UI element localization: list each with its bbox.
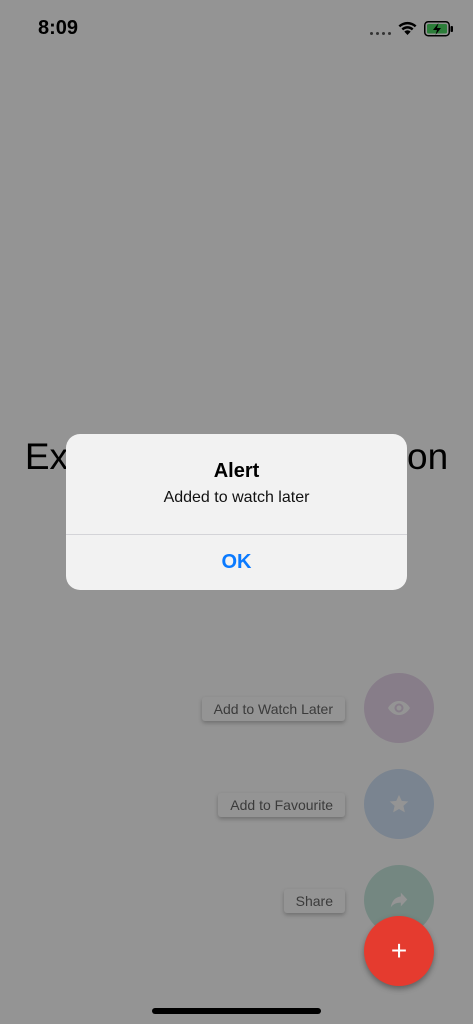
alert-message: Added to watch later [163,489,310,506]
home-indicator[interactable] [152,1008,321,1014]
alert-title: Alert [213,460,260,482]
plus-icon: + [390,935,408,966]
speed-dial-main-button[interactable]: + [364,916,434,986]
app-screen: 8:09 Ex on Add to Watch Later Add to Favo… [0,0,473,1024]
alert-dialog: Alert Added to watch later OK [66,434,407,590]
alert-ok-button[interactable]: OK [66,535,407,590]
